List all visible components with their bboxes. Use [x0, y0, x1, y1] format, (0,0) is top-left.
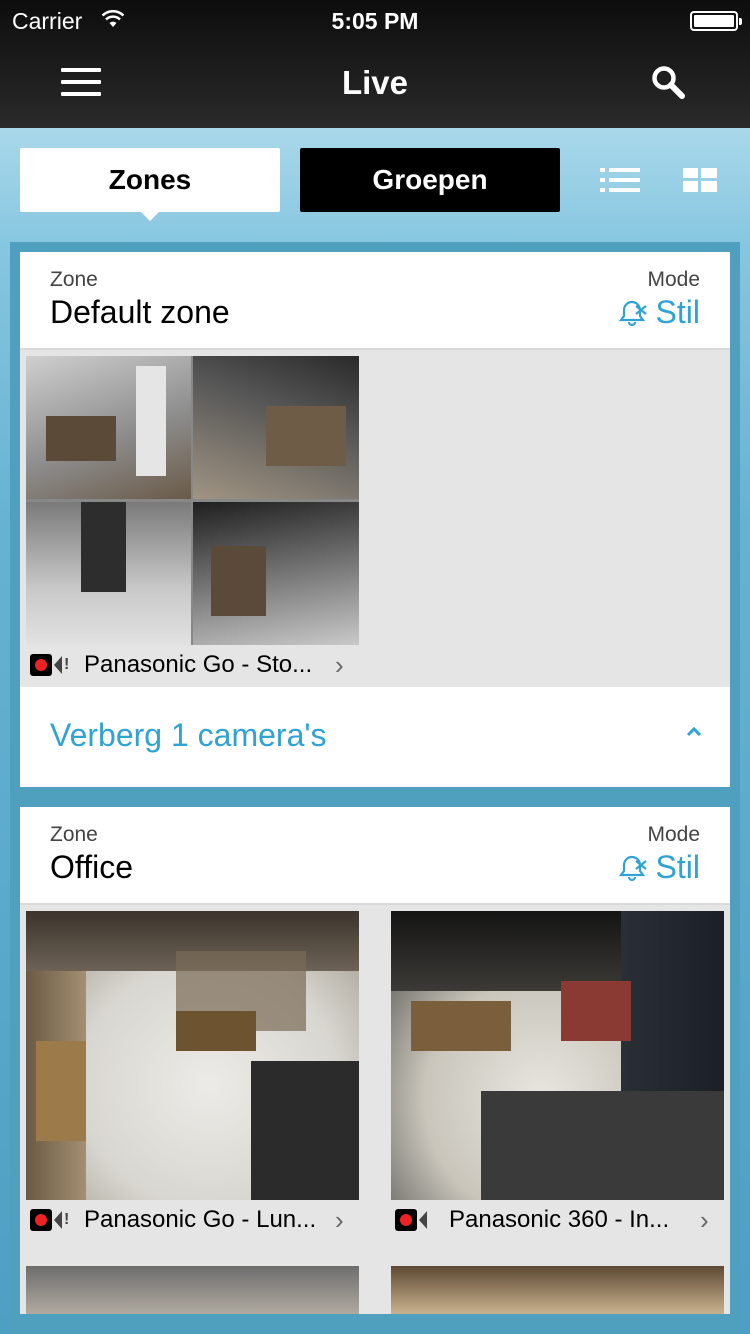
mode-selector[interactable]: Stil: [616, 294, 700, 331]
battery-icon: [690, 11, 742, 31]
camera-tile[interactable]: [26, 1266, 359, 1314]
camera-feed-partial: [391, 1266, 724, 1314]
selected-tab-pointer: [140, 211, 160, 221]
search-icon[interactable]: [650, 64, 686, 100]
camera-grid: ! Panasonic Go - Sto... ›: [20, 350, 730, 687]
camera-tile[interactable]: [391, 1266, 724, 1314]
chevron-up-icon: [686, 727, 702, 737]
camera-caption: ! Panasonic Go - Sto... ›: [26, 645, 359, 685]
zone-label: Zone: [50, 823, 98, 846]
chevron-right-icon: ›: [335, 649, 344, 680]
list-view-icon[interactable]: [600, 166, 640, 194]
camera-tile[interactable]: ! Panasonic 360 - In... ›: [391, 911, 724, 1240]
chevron-right-icon: ›: [700, 1204, 709, 1235]
status-time: 5:05 PM: [331, 8, 419, 34]
camera-feed-360: [391, 911, 724, 1200]
zone-name: Default zone: [50, 294, 230, 330]
navigation-bar: Carrier 5:05 PM Live: [0, 0, 750, 128]
zone-header: Zone Office Mode Stil: [20, 807, 730, 905]
recording-icon: [30, 1209, 52, 1231]
mode-value: Stil: [655, 849, 700, 885]
camera-feed-partial: [26, 1266, 359, 1314]
recording-icon: [395, 1209, 417, 1231]
bell-muted-icon: [618, 855, 647, 881]
mode-label: Mode: [647, 268, 700, 291]
camera-caption: ! Panasonic Go - Lun... ›: [26, 1200, 359, 1240]
mode-selector[interactable]: Stil: [616, 849, 700, 886]
tab-groepen[interactable]: Groepen: [300, 148, 560, 212]
bell-muted-icon: [618, 300, 647, 326]
camera-tile[interactable]: ! Panasonic Go - Lun... ›: [26, 911, 359, 1240]
chevron-right-icon: ›: [335, 1204, 344, 1235]
zone-name: Office: [50, 849, 133, 885]
hide-cameras-label: Verberg 1 camera's: [50, 717, 327, 753]
camera-name: Panasonic Go - Sto...: [84, 651, 313, 678]
grid-view-icon[interactable]: [683, 168, 717, 192]
camera-grid: ! Panasonic Go - Lun... › ! Panasonic 36…: [20, 905, 730, 1314]
mode-value: Stil: [655, 294, 700, 330]
recording-icon: [30, 654, 52, 676]
zone-card-office: Zone Office Mode Stil ! Panasonic Go - L…: [20, 807, 730, 1314]
mode-label: Mode: [647, 823, 700, 846]
alert-icon: !: [64, 656, 70, 673]
hide-cameras-toggle[interactable]: Verberg 1 camera's: [20, 687, 730, 787]
camera-feed-lunch: [26, 911, 359, 1200]
camera-feed-quad: [26, 356, 359, 645]
status-bar: Carrier 5:05 PM: [0, 0, 750, 40]
page-title: Live: [341, 64, 409, 101]
tab-zones[interactable]: Zones: [20, 148, 280, 212]
camera-icon: [419, 1211, 427, 1229]
camera-icon: [54, 656, 62, 674]
alert-icon: !: [64, 1211, 70, 1228]
camera-name: Panasonic 360 - In...: [449, 1206, 670, 1233]
camera-caption: ! Panasonic 360 - In... ›: [391, 1200, 724, 1240]
camera-tile[interactable]: ! Panasonic Go - Sto... ›: [26, 356, 359, 685]
zone-header: Zone Default zone Mode Stil: [20, 252, 730, 350]
camera-icon: [54, 1211, 62, 1229]
camera-name: Panasonic Go - Lun...: [84, 1206, 317, 1233]
zone-label: Zone: [50, 268, 98, 291]
zone-card-default: Zone Default zone Mode Stil ! Panasonic …: [20, 252, 730, 787]
